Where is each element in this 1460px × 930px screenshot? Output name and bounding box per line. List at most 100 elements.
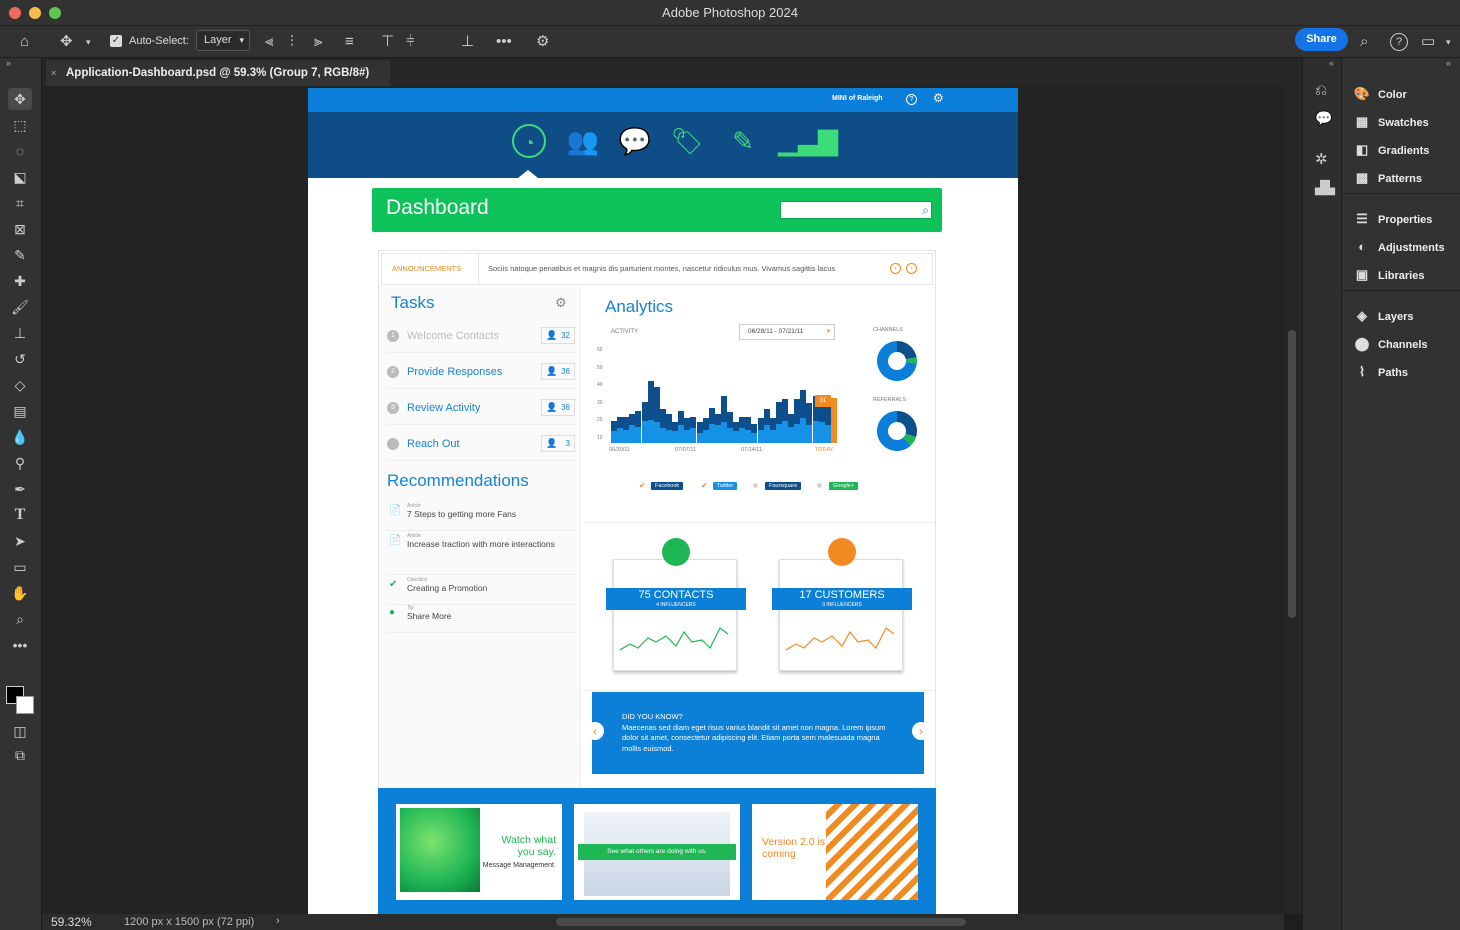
panel-channels[interactable]: ⬤ Channels	[1352, 332, 1460, 356]
distribute-icon[interactable]: ≡	[345, 32, 354, 52]
quick-mask-icon[interactable]: ◫	[8, 720, 32, 742]
frame-tool-icon[interactable]: ⊠	[8, 218, 32, 240]
library-icon: ▣	[1355, 267, 1369, 282]
document-canvas[interactable]: MINI of Raleigh ? ⚙ ◔ 👥 💬 🏷 ✎ ▁▃▇ Dashbo…	[308, 88, 1018, 914]
eraser-tool-icon[interactable]: ◇	[8, 374, 32, 396]
activity-label: ACTIVITY	[611, 329, 639, 335]
chevron-right-icon[interactable]: ›	[276, 915, 280, 927]
panel-properties[interactable]: ☰ Properties	[1352, 207, 1460, 231]
comments-panel-icon[interactable]: 💬	[1315, 110, 1332, 127]
search-icon[interactable]: ⌕	[1360, 32, 1368, 52]
chevron-down-icon[interactable]: ▾	[86, 32, 91, 52]
align-right-icon[interactable]: ⫸	[314, 32, 322, 52]
layer-select[interactable]: Layer ▾	[196, 30, 250, 51]
chevron-down-icon[interactable]: ▾	[1446, 32, 1451, 52]
help-icon: ?	[906, 94, 917, 105]
more-options-icon[interactable]: •••	[496, 32, 512, 52]
document-tab[interactable]: × Application-Dashboard.psd @ 59.3% (Gro…	[46, 60, 390, 86]
pen-tool-icon[interactable]: ✒	[8, 478, 32, 500]
move-tool-icon[interactable]: ✥	[8, 88, 32, 110]
contact-avatar-icon	[662, 538, 690, 566]
zoom-level[interactable]: 59.32%	[51, 915, 92, 929]
stamp-tool-icon[interactable]: ⊥	[8, 322, 32, 344]
recommendation-icon: ✔	[389, 579, 398, 590]
crop-tool-icon[interactable]: ⌗	[8, 192, 32, 214]
panel-divider	[1342, 193, 1460, 194]
path-select-tool-icon[interactable]: ➤	[8, 530, 32, 552]
share-button[interactable]: Share	[1295, 28, 1348, 51]
screen-mode-icon[interactable]: ⧉	[8, 744, 32, 766]
gradient-icon: ◧	[1355, 142, 1369, 157]
panel-adjustments[interactable]: ◐ Adjustments	[1352, 235, 1460, 259]
move-tool-icon[interactable]: ✥	[60, 32, 73, 52]
panel-patterns[interactable]: ▩ Patterns	[1352, 166, 1460, 190]
histogram-panel-icon[interactable]: ▟▙	[1315, 180, 1335, 196]
activity-bar-secondary	[788, 426, 795, 443]
panel-color[interactable]: 🎨 Color	[1352, 82, 1460, 106]
prev-icon: ‹	[890, 263, 901, 274]
minimize-window-icon[interactable]	[29, 7, 41, 19]
collapse-icon[interactable]: «	[1329, 58, 1334, 68]
object-select-tool-icon[interactable]: ⬕	[8, 166, 32, 188]
tag-icon: 🏷	[670, 126, 704, 156]
background-color-swatch[interactable]	[16, 696, 34, 714]
task-label: Provide Responses	[407, 366, 503, 378]
activity-bar-secondary	[647, 419, 654, 443]
task-count-badge: 👤 36	[541, 399, 575, 416]
brush-tool-icon[interactable]: 🖌	[8, 296, 32, 318]
eyedropper-tool-icon[interactable]: ✎	[8, 244, 32, 266]
close-tab-icon[interactable]: ×	[51, 60, 56, 86]
dodge-tool-icon[interactable]: ⚲	[8, 452, 32, 474]
gear-icon[interactable]: ⚙	[536, 32, 549, 52]
panel-paths[interactable]: ⌇ Paths	[1352, 360, 1460, 384]
marquee-tool-icon[interactable]: ⬚	[8, 114, 32, 136]
chart-legend: ✔ Facebook ✔ Twitter ■ Foursquare ■ Google+	[639, 479, 879, 493]
history-panel-icon[interactable]: ⎌	[1315, 82, 1327, 99]
history-brush-tool-icon[interactable]: ↺	[8, 348, 32, 370]
y-tick-label: 30	[597, 399, 603, 406]
healing-tool-icon[interactable]: ✚	[8, 270, 32, 292]
activity-bar-secondary	[653, 422, 660, 443]
user-icon: 👤	[546, 402, 558, 412]
panel-libraries[interactable]: ▣ Libraries	[1352, 263, 1460, 287]
customers-value: 17 CUSTOMERS	[799, 589, 885, 601]
channels-label: CHANNELS	[873, 327, 903, 333]
x-tick-label: TODAY	[815, 447, 834, 453]
collapse-icon[interactable]: «	[1446, 58, 1451, 68]
activity-bar-secondary	[769, 429, 776, 443]
home-icon[interactable]: ⌂	[20, 32, 29, 52]
expand-icon[interactable]: »	[6, 58, 11, 68]
paths-icon: ⌇	[1358, 364, 1366, 379]
panel-label: Libraries	[1378, 270, 1425, 282]
panel-gradients[interactable]: ◧ Gradients	[1352, 138, 1460, 162]
activity-bar-secondary	[775, 423, 782, 443]
help-icon[interactable]: ?	[1390, 33, 1408, 51]
blur-tool-icon[interactable]: 💧	[8, 426, 32, 448]
align-top-icon[interactable]: ⊤	[381, 32, 394, 52]
align-bottom-icon[interactable]: ⊥	[461, 32, 474, 52]
zoom-tool-icon[interactable]: ⌕	[8, 608, 32, 630]
workspace-icon[interactable]: ▭	[1421, 32, 1435, 52]
panel-swatches[interactable]: ▦ Swatches	[1352, 110, 1460, 134]
user-name: MINI of Raleigh	[832, 95, 883, 102]
task-number: 3	[387, 402, 399, 415]
type-tool-icon[interactable]: T	[8, 504, 32, 526]
hand-tool-icon[interactable]: ✋	[8, 582, 32, 604]
close-window-icon[interactable]	[9, 7, 21, 19]
maximize-window-icon[interactable]	[49, 7, 61, 19]
navigator-panel-icon[interactable]: ✲	[1315, 150, 1328, 168]
panel-layers[interactable]: ◈ Layers	[1352, 304, 1460, 328]
recommendation-text: 7 Steps to getting more Fans	[407, 509, 517, 519]
align-left-icon[interactable]: ⫷	[265, 32, 273, 52]
lasso-tool-icon[interactable]: ◌	[8, 140, 32, 162]
align-middle-icon[interactable]: ⫩	[406, 32, 415, 52]
vertical-scrollbar[interactable]	[1288, 330, 1296, 618]
auto-select-checkbox[interactable]: ✓	[110, 35, 122, 47]
gradient-tool-icon[interactable]: ▤	[8, 400, 32, 422]
horizontal-scrollbar[interactable]	[556, 918, 966, 926]
more-tools-icon[interactable]: •••	[8, 634, 32, 656]
auto-select-label: Auto-Select:	[129, 35, 189, 47]
task-label: Review Activity	[407, 402, 481, 414]
rectangle-tool-icon[interactable]: ▭	[8, 556, 32, 578]
align-center-icon[interactable]: ⫶	[290, 32, 294, 52]
